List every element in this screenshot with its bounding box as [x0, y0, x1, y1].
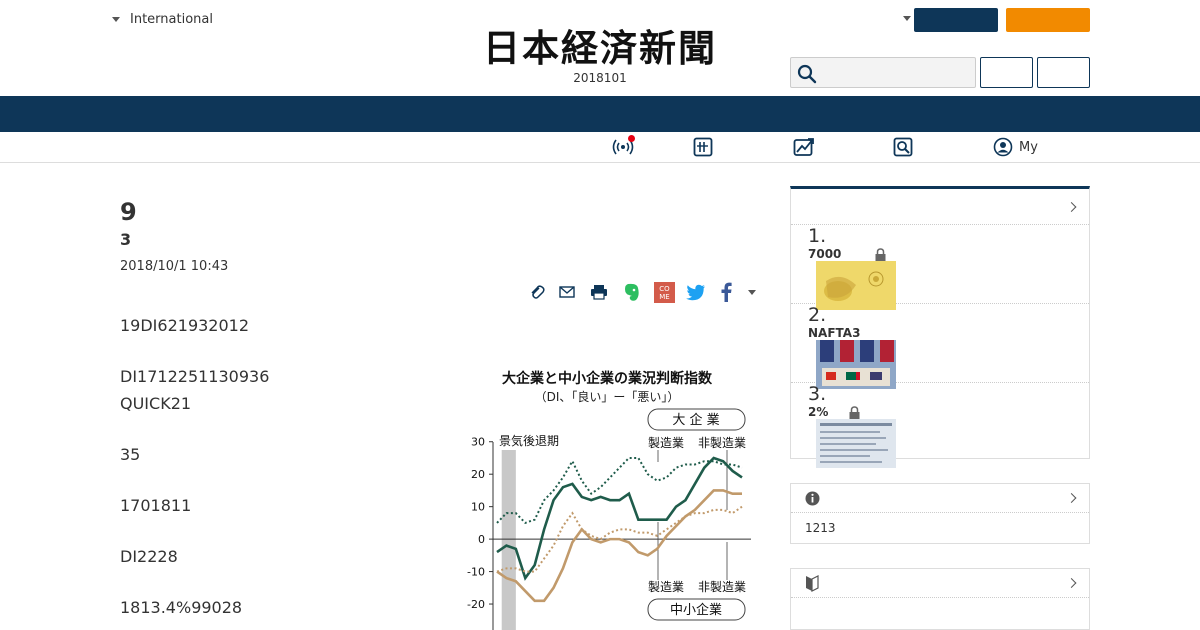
- market-data-button[interactable]: [793, 137, 815, 157]
- y-tick-label: 10: [471, 501, 485, 514]
- paragraph-2: DI1712251130936: [120, 367, 270, 386]
- come-text-top: CO: [659, 285, 670, 293]
- series-line-large-manufacturing: [496, 456, 743, 581]
- rank-number: 1.: [808, 225, 827, 247]
- account-menu-chevron-icon[interactable]: [903, 16, 911, 21]
- clip-button[interactable]: [527, 281, 547, 303]
- evernote-icon: [625, 283, 639, 301]
- chart-trend-icon: [793, 138, 814, 156]
- more-share-button[interactable]: [744, 281, 760, 303]
- more-icon: [748, 289, 756, 295]
- rank-headline: 7000: [808, 247, 842, 261]
- lock-icon: [875, 248, 886, 261]
- rank-headline: 2%: [808, 405, 829, 419]
- facebook-button[interactable]: [716, 281, 736, 303]
- register-button[interactable]: [1037, 57, 1090, 88]
- twitter-button[interactable]: [685, 281, 707, 303]
- live-indicator-dot: [628, 135, 635, 142]
- trial-button[interactable]: [1006, 8, 1090, 32]
- live-button[interactable]: [612, 135, 635, 157]
- mail-icon: [559, 286, 575, 298]
- y-tick-label: -20: [467, 598, 485, 611]
- subscribe-button[interactable]: [914, 8, 998, 32]
- business-conditions-chart: 大企業と中小企業の業況判断指数 （DI、「良い」ー「悪い」） 大 企 業 中小企…: [467, 370, 751, 630]
- paper-view-button[interactable]: [693, 137, 713, 157]
- y-tick-label: 0: [478, 533, 485, 546]
- chevron-right-icon: [1066, 201, 1077, 212]
- chart-title: 大企業と中小企業の業況判断指数: [502, 370, 713, 387]
- paragraph-3: QUICK21: [120, 394, 192, 413]
- twitter-icon: [686, 284, 705, 300]
- info-box-text: 1213: [805, 521, 836, 535]
- label-large-mfg: 製造業: [648, 436, 684, 450]
- paragraph-5: 1701811: [120, 496, 192, 515]
- come-button[interactable]: CO ME: [653, 281, 675, 303]
- header-date-code: 2018101: [573, 71, 627, 85]
- small-enterprise-badge-text: 中小企業: [670, 602, 722, 618]
- recession-band: [501, 450, 516, 630]
- clip-icon: [531, 285, 545, 299]
- search-icon: [797, 64, 817, 84]
- y-tick-label: -10: [467, 566, 485, 579]
- article-title: 9: [120, 198, 137, 226]
- evernote-button[interactable]: [621, 281, 643, 303]
- ranking-item-3[interactable]: 3. 2%: [791, 383, 1089, 468]
- rank-thumbnail-2: [816, 340, 896, 389]
- rank-thumbnail-3: [816, 419, 896, 468]
- rank-number: 2.: [808, 304, 827, 326]
- search-input[interactable]: [821, 61, 971, 84]
- label-small-nonmfg: 非製造業: [698, 580, 746, 594]
- edition-label: International: [130, 12, 213, 27]
- lock-icon: [849, 406, 860, 419]
- publish-date: 2018/10/1 10:43: [120, 259, 229, 274]
- chevron-down-icon: [112, 17, 120, 22]
- paragraph-7: 1813.4%99028: [120, 598, 243, 617]
- login-button[interactable]: [980, 57, 1033, 88]
- article-subtitle: 3: [120, 230, 132, 249]
- paragraph-4: 35: [120, 445, 141, 464]
- ranking-item-2[interactable]: 2. NAFTA3: [791, 304, 1089, 389]
- main-nav-bar: [0, 96, 1200, 132]
- chevron-right-icon: [1066, 493, 1077, 503]
- rank-number: 3.: [808, 383, 827, 405]
- label-small-mfg: 製造業: [648, 580, 684, 594]
- print-icon: [591, 285, 607, 300]
- mail-button[interactable]: [557, 281, 577, 303]
- search-tool-button[interactable]: [893, 137, 913, 157]
- chart-subtitle: （DI、「良い」ー「悪い」）: [535, 389, 680, 404]
- magnifier-box-icon: [893, 137, 913, 157]
- article-figure[interactable]: 大企業と中小企業の業況判断指数 （DI、「良い」ー「悪い」） 大 企 業 中小企…: [455, 362, 758, 630]
- ranking-box: 1. 7000 2. NAFTA3 3. 2%: [790, 186, 1090, 468]
- print-button[interactable]: [588, 281, 610, 303]
- beginner-box: [790, 568, 1090, 630]
- chevron-right-icon: [1066, 578, 1077, 588]
- info-box: 1213: [790, 483, 1090, 544]
- ranking-header[interactable]: [791, 189, 1089, 225]
- site-logo[interactable]: 日本経済新聞: [450, 28, 750, 68]
- rank-headline: NAFTA3: [808, 326, 861, 340]
- paragraph-1: 19DI621932012: [120, 316, 250, 335]
- beginner-box-header[interactable]: [791, 569, 1089, 598]
- large-enterprise-badge-text: 大 企 業: [672, 412, 719, 428]
- user-icon: [993, 137, 1013, 157]
- edition-selector[interactable]: International: [112, 12, 213, 27]
- label-large-nonmfg: 非製造業: [698, 436, 746, 450]
- sub-nav: My: [0, 132, 1200, 163]
- search-box[interactable]: [790, 57, 976, 88]
- info-icon: [805, 491, 820, 506]
- my-label: My: [1019, 139, 1038, 155]
- rank-thumbnail-1: [816, 261, 896, 310]
- come-text-bottom: ME: [659, 293, 669, 301]
- ranking-item-1[interactable]: 1. 7000: [791, 225, 1089, 310]
- newspaper-icon: [693, 137, 713, 157]
- paragraph-6: DI2228: [120, 547, 178, 566]
- my-page-button[interactable]: My: [993, 137, 1038, 157]
- recession-label: 景気後退期: [499, 433, 559, 448]
- y-tick-label: 20: [471, 468, 485, 481]
- info-box-header[interactable]: [791, 484, 1089, 513]
- come-icon: CO ME: [653, 281, 675, 303]
- y-tick-label: 30: [471, 436, 485, 449]
- facebook-icon: [721, 282, 732, 302]
- beginner-mark-icon: [806, 575, 819, 592]
